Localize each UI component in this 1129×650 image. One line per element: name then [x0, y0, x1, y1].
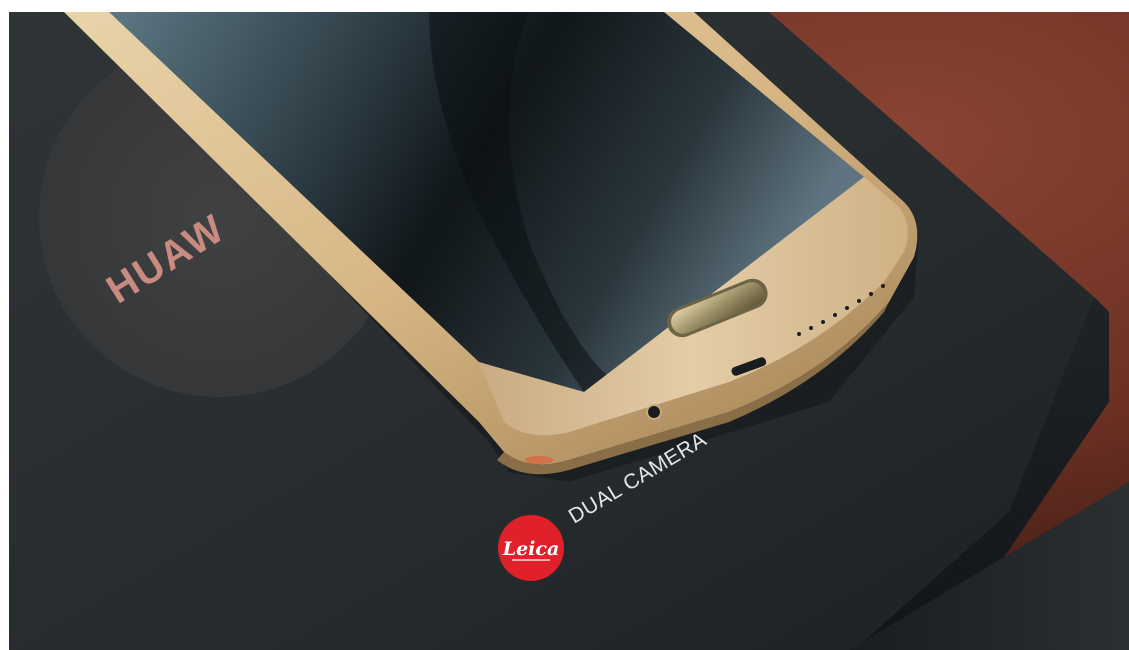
photo-scene: HUAW DUAL CAMERA Leica: [9, 12, 1129, 650]
leica-logo: Leica: [498, 515, 564, 581]
leica-logo-text: Leica: [502, 538, 560, 560]
image-frame: HUAW DUAL CAMERA Leica: [0, 0, 1129, 650]
product-photo: HUAW DUAL CAMERA Leica: [9, 12, 1129, 650]
headphone-jack: [646, 404, 662, 420]
corner-reflection: [525, 456, 553, 464]
